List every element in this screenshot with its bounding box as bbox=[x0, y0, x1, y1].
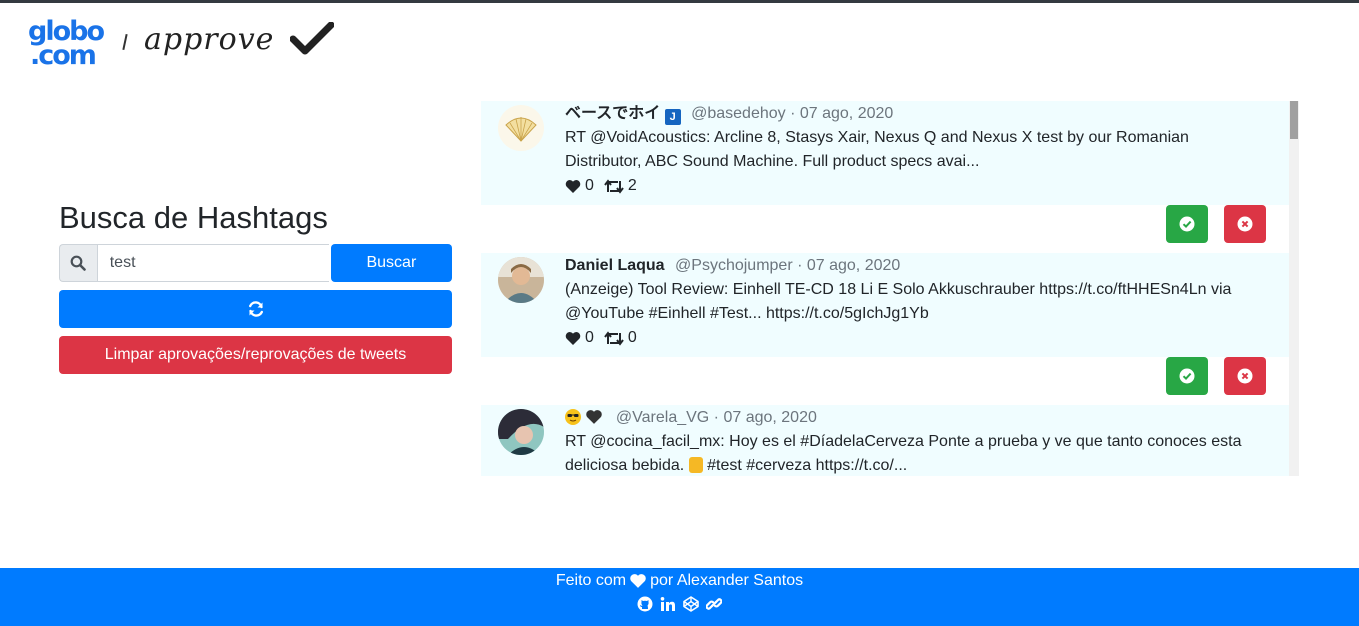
footer: Feito com por Alexander Santos bbox=[0, 568, 1359, 626]
top-border bbox=[0, 0, 1359, 3]
tweet-card: ベースでホイ J @basedehoy · 07 ago, 2020 RT @V… bbox=[481, 101, 1289, 205]
footer-author: por Alexander Santos bbox=[650, 572, 804, 589]
tweet-text-part-2: #test #cerveza https://t.co/... bbox=[707, 457, 908, 474]
clear-approvals-button[interactable]: Limpar aprovações/reprovações de tweets bbox=[59, 336, 452, 374]
logo-line-2: .com bbox=[30, 40, 97, 71]
tweet-handle-date: @basedehoy · 07 ago, 2020 bbox=[691, 105, 894, 122]
tweet-card: @Varela_VG · 07 ago, 2020 RT @cocina_fac… bbox=[481, 405, 1289, 476]
likes-stat: 0 bbox=[565, 329, 594, 347]
codepen-icon[interactable] bbox=[683, 596, 699, 612]
tweet-handle-date: @Varela_VG · 07 ago, 2020 bbox=[615, 409, 817, 426]
globo-logo: globo .com bbox=[28, 18, 105, 71]
black-heart-emoji bbox=[586, 410, 603, 424]
tweet-author: ベースでホイ bbox=[565, 105, 661, 122]
tweet-text: (Anzeige) Tool Review: Einhell TE-CD 18 … bbox=[565, 281, 1232, 322]
retweets-count: 2 bbox=[627, 177, 637, 194]
tweet-actions bbox=[481, 205, 1289, 253]
app-logo[interactable]: globo .com approve bbox=[28, 18, 358, 78]
tweet-handle-date: @Psychojumper · 07 ago, 2020 bbox=[675, 257, 901, 274]
retweets-stat: 2 bbox=[604, 177, 637, 195]
tweet-actions bbox=[481, 357, 1289, 405]
checkmark-icon bbox=[290, 22, 334, 55]
badge-icon: J bbox=[664, 109, 681, 125]
avatar bbox=[498, 409, 544, 455]
search-row: Buscar bbox=[59, 244, 452, 282]
retweet-icon bbox=[604, 178, 624, 194]
tweet-author: Daniel Laqua bbox=[565, 257, 665, 274]
tweet-stats: 0 2 bbox=[565, 177, 647, 195]
tweet-stats: 0 0 bbox=[565, 329, 647, 347]
approve-button[interactable] bbox=[1166, 205, 1208, 243]
likes-count: 0 bbox=[585, 329, 594, 346]
page-title: Busca de Hashtags bbox=[59, 200, 328, 235]
linkedin-icon[interactable] bbox=[660, 596, 676, 612]
search-panel: Busca de Hashtags Buscar Limpar aprovaçõ… bbox=[59, 198, 452, 374]
tweet-header: ベースでホイ J @basedehoy · 07 ago, 2020 bbox=[565, 105, 893, 125]
search-input[interactable] bbox=[96, 244, 329, 282]
retweet-icon bbox=[604, 330, 624, 346]
tweet-header: Daniel Laqua @Psychojumper · 07 ago, 202… bbox=[565, 257, 900, 275]
footer-credit: Feito com por Alexander Santos bbox=[0, 572, 1359, 590]
reject-button[interactable] bbox=[1224, 357, 1266, 395]
likes-stat: 0 bbox=[565, 177, 594, 195]
link-icon[interactable] bbox=[706, 596, 722, 612]
tweet-text: RT @cocina_facil_mx: Hoy es el #DíadelaC… bbox=[565, 430, 1265, 476]
approve-button[interactable] bbox=[1166, 357, 1208, 395]
logo-separator bbox=[122, 33, 128, 51]
refresh-icon bbox=[248, 301, 263, 317]
footer-made-with: Feito com bbox=[555, 572, 627, 589]
avatar bbox=[498, 105, 544, 151]
heart-icon bbox=[565, 331, 581, 345]
tweet-header: @Varela_VG · 07 ago, 2020 bbox=[565, 409, 817, 427]
tweet-feed[interactable]: ベースでホイ J @basedehoy · 07 ago, 2020 RT @V… bbox=[481, 101, 1299, 476]
tweet-card: Daniel Laqua @Psychojumper · 07 ago, 202… bbox=[481, 253, 1289, 357]
reject-button[interactable] bbox=[1224, 205, 1266, 243]
github-icon[interactable] bbox=[637, 596, 653, 612]
scrollbar-thumb[interactable] bbox=[1290, 101, 1298, 139]
search-icon bbox=[70, 255, 87, 271]
refresh-button[interactable] bbox=[59, 290, 452, 328]
check-circle-icon bbox=[1179, 216, 1195, 232]
tweet-list: ベースでホイ J @basedehoy · 07 ago, 2020 RT @V… bbox=[481, 101, 1289, 476]
feed-scrollbar[interactable] bbox=[1289, 101, 1299, 476]
heart-icon bbox=[565, 179, 581, 193]
search-addon bbox=[59, 244, 97, 282]
tweet-text: RT @VoidAcoustics: Arcline 8, Stasys Xai… bbox=[565, 129, 1189, 170]
avatar bbox=[498, 257, 544, 303]
check-circle-icon bbox=[1179, 368, 1195, 384]
app-name: approve bbox=[144, 22, 275, 57]
beer-emoji bbox=[688, 457, 703, 473]
heart-icon bbox=[630, 574, 646, 588]
retweets-stat: 0 bbox=[604, 329, 637, 347]
search-button[interactable]: Buscar bbox=[330, 244, 452, 282]
footer-social-links bbox=[0, 596, 1359, 612]
retweets-count: 0 bbox=[627, 329, 637, 346]
sunglasses-emoji bbox=[565, 409, 581, 425]
times-circle-icon bbox=[1237, 216, 1253, 232]
times-circle-icon bbox=[1237, 368, 1253, 384]
likes-count: 0 bbox=[585, 177, 594, 194]
